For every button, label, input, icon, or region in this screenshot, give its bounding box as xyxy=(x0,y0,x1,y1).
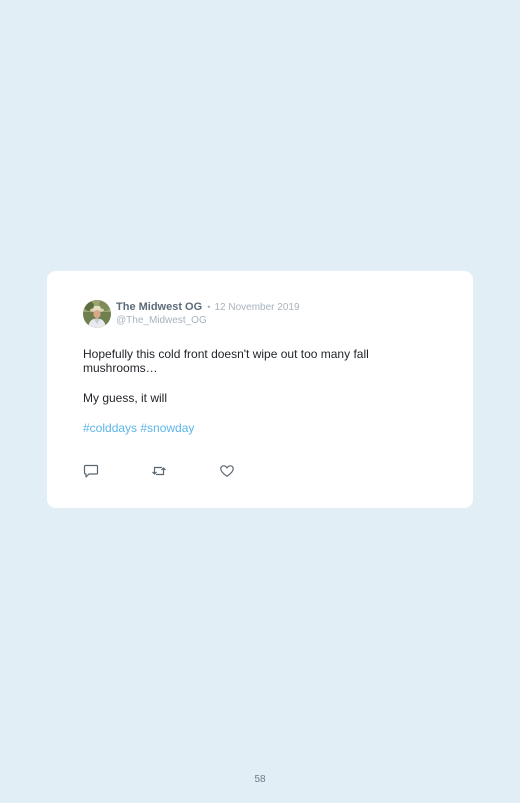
retweet-icon[interactable] xyxy=(151,463,167,479)
separator-dot: • xyxy=(207,302,211,312)
tweet-paragraph: Hopefully this cold front doesn't wipe o… xyxy=(83,347,369,375)
tweet-paragraph: My guess, it will xyxy=(83,391,168,405)
tweet-actions xyxy=(83,463,235,479)
reply-icon[interactable] xyxy=(83,463,99,479)
tweet-date[interactable]: 12 November 2019 xyxy=(214,302,299,313)
author-name[interactable]: The Midwest OG xyxy=(116,301,202,313)
page-number: 58 xyxy=(254,774,266,785)
avatar[interactable] xyxy=(83,300,111,328)
heart-icon[interactable] xyxy=(219,463,235,479)
tweet-card: The Midwest OG • 12 November 2019 @The_M… xyxy=(47,271,473,508)
avatar-image xyxy=(83,300,111,328)
author-handle[interactable]: @The_Midwest_OG xyxy=(116,314,300,327)
tweet-header: The Midwest OG • 12 November 2019 @The_M… xyxy=(83,300,300,330)
tweet-text: Hopefully this cold front doesn't wipe o… xyxy=(83,347,423,405)
name-row: The Midwest OG • 12 November 2019 xyxy=(116,301,300,314)
author-meta: The Midwest OG • 12 November 2019 @The_M… xyxy=(116,301,300,327)
tweet-hashtags[interactable]: #colddays #snowday xyxy=(83,421,194,435)
